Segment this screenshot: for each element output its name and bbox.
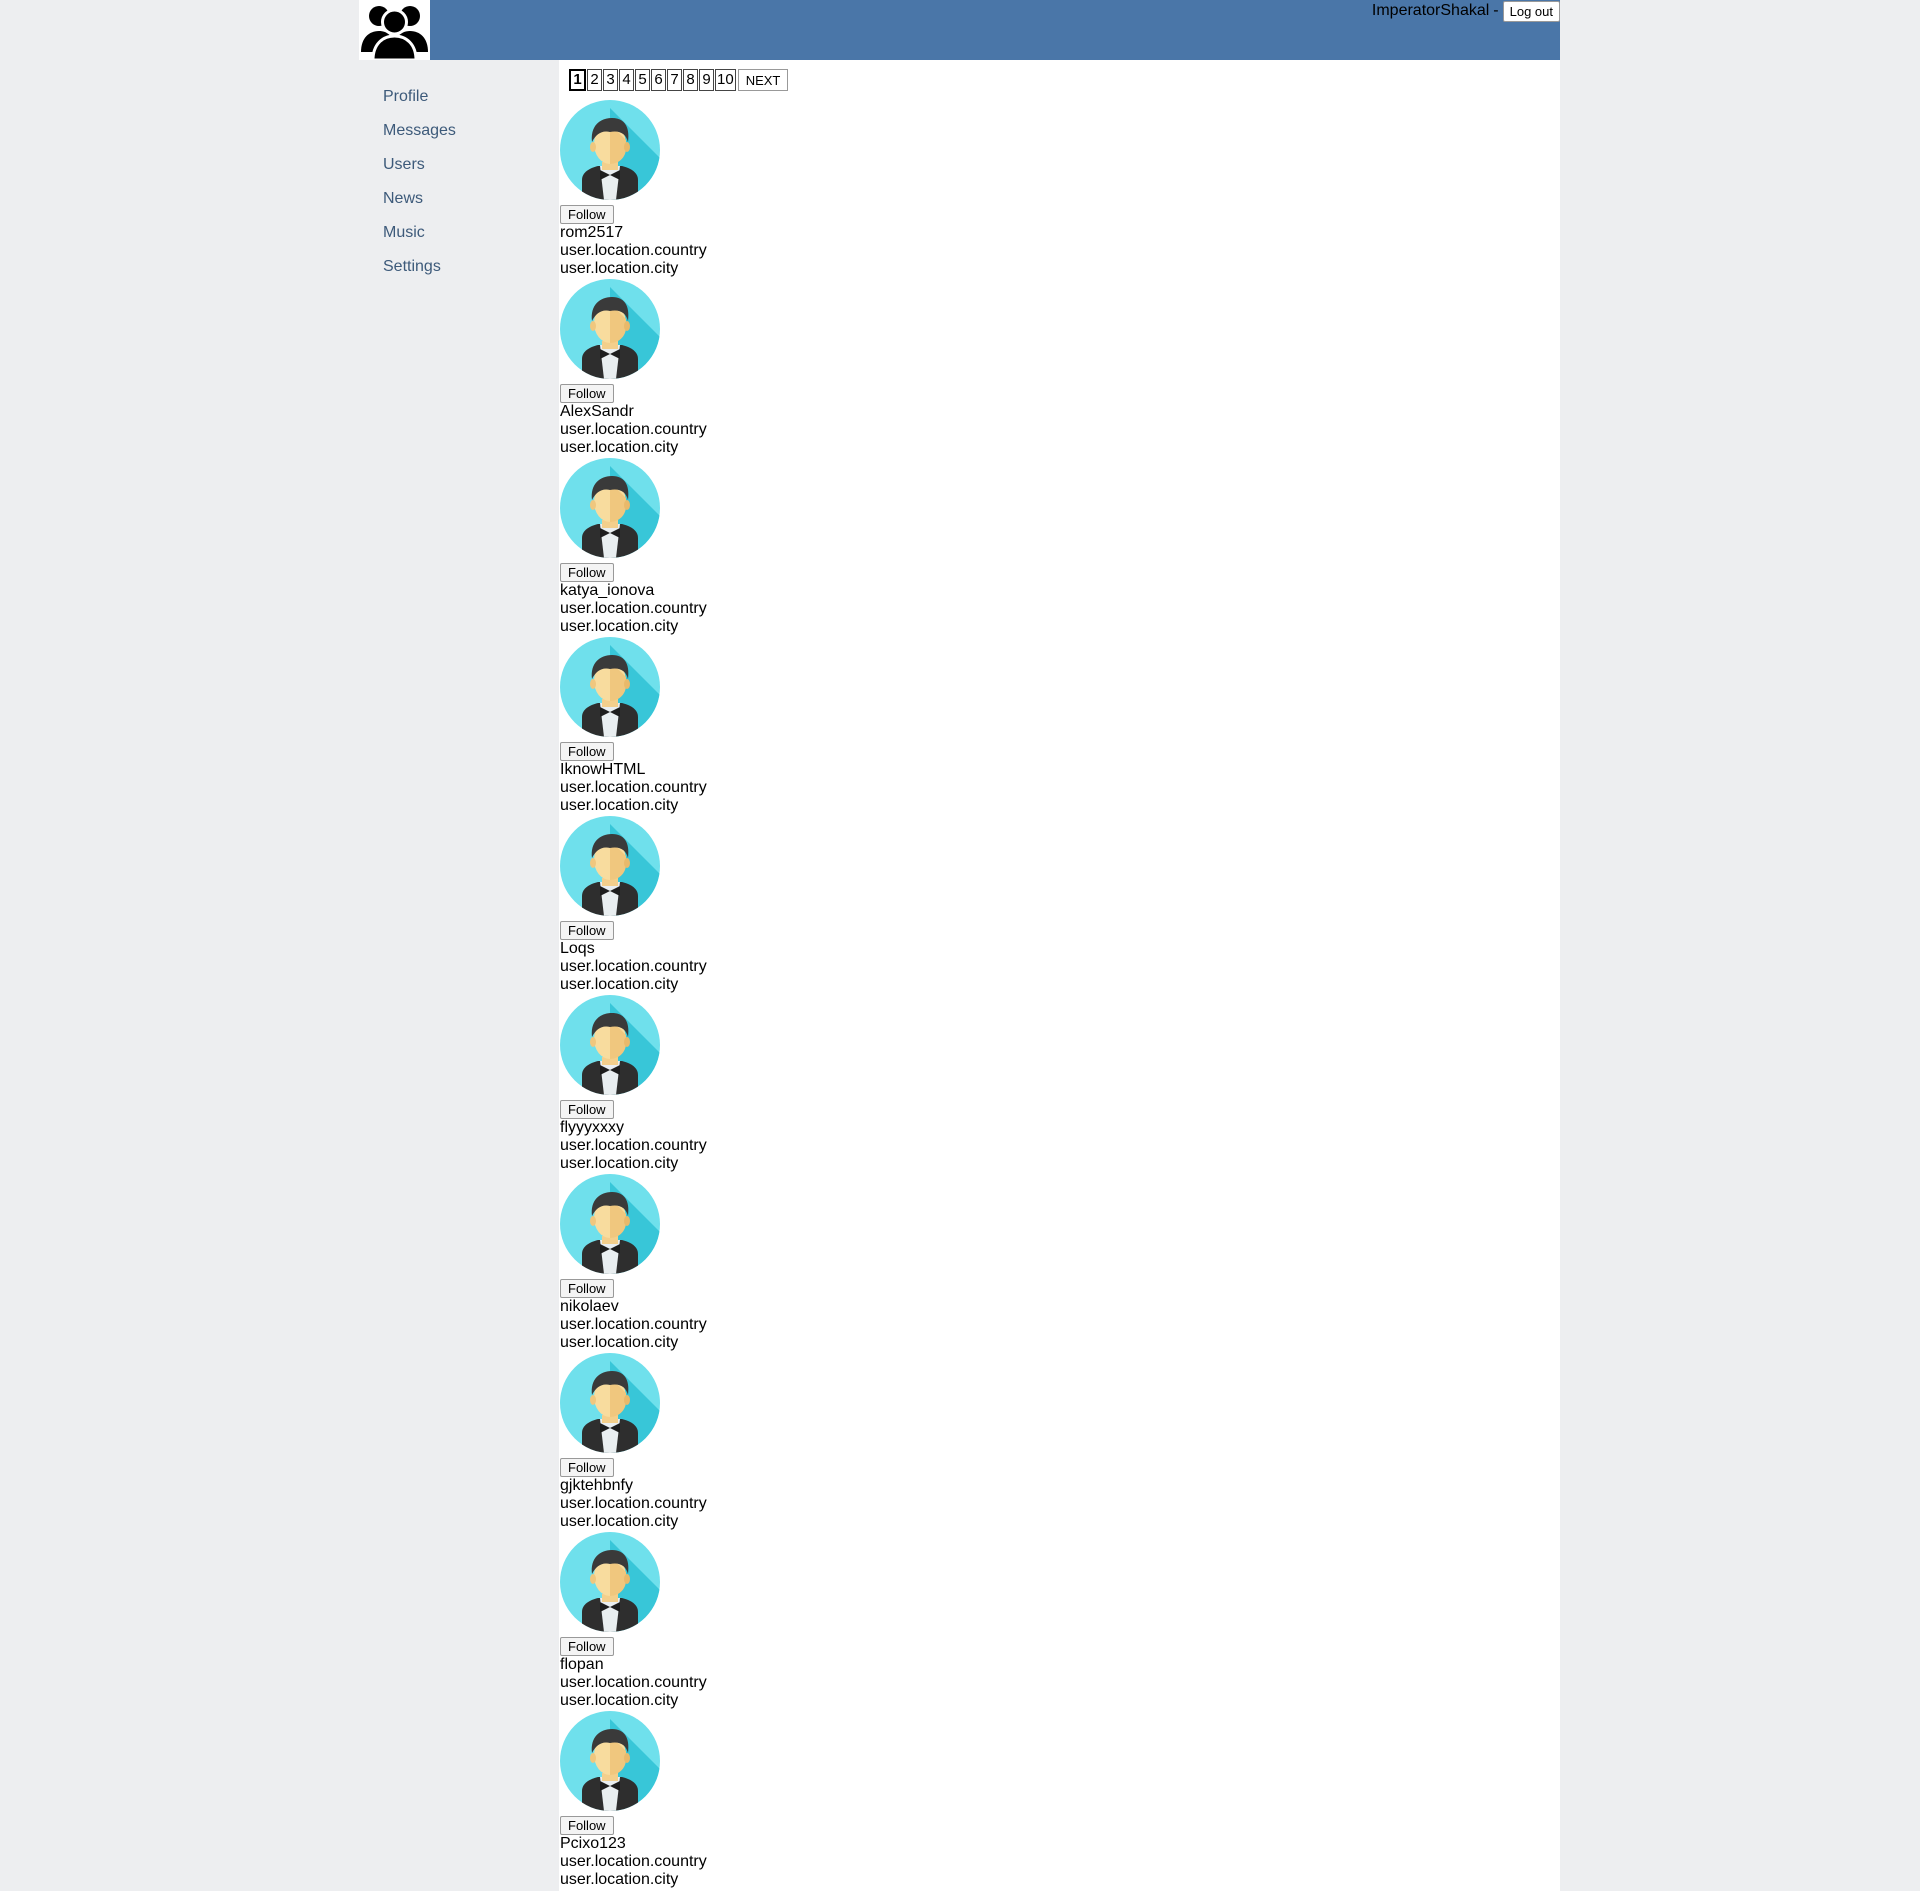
nav-item-music[interactable]: Music xyxy=(383,224,425,241)
follow-button[interactable]: Follow xyxy=(560,1816,614,1835)
man-avatar-icon[interactable] xyxy=(560,279,660,379)
user-city: user.location.city xyxy=(560,976,679,993)
follow-button[interactable]: Follow xyxy=(560,384,614,403)
user-country: user.location.country xyxy=(560,779,707,796)
users-group-icon[interactable] xyxy=(359,0,430,60)
man-avatar-icon[interactable] xyxy=(560,995,660,1095)
user-name: gjktehbnfy xyxy=(560,1477,633,1494)
man-avatar-icon[interactable] xyxy=(560,458,660,558)
follow-button[interactable]: Follow xyxy=(560,1100,614,1119)
man-avatar-icon[interactable] xyxy=(560,1711,660,1811)
user-name: flopan xyxy=(560,1656,604,1673)
user-name: rom2517 xyxy=(560,224,624,241)
user-country: user.location.country xyxy=(560,1316,707,1333)
page-9[interactable]: 9 xyxy=(699,69,714,91)
user-city: user.location.city xyxy=(560,797,679,814)
user-city: user.location.city xyxy=(560,260,679,277)
user-country: user.location.country xyxy=(560,1137,707,1154)
follow-button[interactable]: Follow xyxy=(560,742,614,761)
user-name: nikolaev xyxy=(560,1298,619,1315)
user-country: user.location.country xyxy=(560,1853,707,1870)
user-name: IknowHTML xyxy=(560,761,646,778)
page-3[interactable]: 3 xyxy=(603,69,618,91)
nav-item-news[interactable]: News xyxy=(383,190,423,207)
user-name: Pcixo123 xyxy=(560,1835,626,1852)
page-1[interactable]: 1 xyxy=(569,69,586,91)
user-name: Loqs xyxy=(560,940,595,957)
nav-list: Profile Messages Users News Music Settin… xyxy=(359,60,559,292)
man-avatar-icon[interactable] xyxy=(560,637,660,737)
page-2[interactable]: 2 xyxy=(587,69,602,91)
page-6[interactable]: 6 xyxy=(651,69,666,91)
user-country: user.location.country xyxy=(560,421,707,438)
user-city: user.location.city xyxy=(560,1692,679,1709)
man-avatar-icon[interactable] xyxy=(560,1532,660,1632)
username-separator: - xyxy=(1493,2,1499,19)
man-avatar-icon[interactable] xyxy=(560,1353,660,1453)
man-avatar-icon[interactable] xyxy=(560,100,660,200)
page-10[interactable]: 10 xyxy=(715,69,736,91)
logout-button[interactable]: Log out xyxy=(1502,0,1560,22)
user-name: flyyyxxxy xyxy=(560,1119,624,1136)
user-city: user.location.city xyxy=(560,618,679,635)
user-city: user.location.city xyxy=(560,1155,679,1172)
user-city: user.location.city xyxy=(560,1334,679,1351)
user-city: user.location.city xyxy=(560,439,679,456)
login-block: ImperatorShakal - Log out xyxy=(1372,0,1560,22)
follow-button[interactable]: Follow xyxy=(560,205,614,224)
user-country: user.location.country xyxy=(560,1495,707,1512)
follow-button[interactable]: Follow xyxy=(560,921,614,940)
follow-button[interactable]: Follow xyxy=(560,563,614,582)
sidebar: Profile Messages Users News Music Settin… xyxy=(359,60,559,1891)
nav-item-messages[interactable]: Messages xyxy=(383,122,456,139)
follow-button[interactable]: Follow xyxy=(560,1279,614,1298)
user-country: user.location.country xyxy=(560,1674,707,1691)
follow-button[interactable]: Follow xyxy=(560,1637,614,1656)
nav-item-users[interactable]: Users xyxy=(383,156,425,173)
user-name: AlexSandr xyxy=(560,403,634,420)
app: ImperatorShakal - Log out Profile Messag… xyxy=(359,0,1560,1891)
pagination: 1 2 3 4 5 6 7 8 9 10 NEXT xyxy=(569,69,789,91)
next-page-button[interactable]: NEXT xyxy=(737,69,789,91)
user-country: user.location.country xyxy=(560,958,707,975)
user-city: user.location.city xyxy=(560,1513,679,1530)
nav-item-profile[interactable]: Profile xyxy=(383,88,428,105)
current-username: ImperatorShakal xyxy=(1371,2,1490,19)
follow-button[interactable]: Follow xyxy=(560,1458,614,1477)
user-name: katya_ionova xyxy=(560,582,655,599)
page-5[interactable]: 5 xyxy=(635,69,650,91)
man-avatar-icon[interactable] xyxy=(560,816,660,916)
user-country: user.location.country xyxy=(560,600,707,617)
header: ImperatorShakal - Log out xyxy=(359,0,1560,60)
user-country: user.location.country xyxy=(560,242,707,259)
page-4[interactable]: 4 xyxy=(619,69,634,91)
users-page: 1 2 3 4 5 6 7 8 9 10 NEXT Follow rom2517… xyxy=(559,60,1560,1891)
page-8[interactable]: 8 xyxy=(683,69,698,91)
nav-item-settings[interactable]: Settings xyxy=(383,258,441,275)
user-city: user.location.city xyxy=(560,1871,679,1888)
page-7[interactable]: 7 xyxy=(667,69,682,91)
man-avatar-icon[interactable] xyxy=(560,1174,660,1274)
